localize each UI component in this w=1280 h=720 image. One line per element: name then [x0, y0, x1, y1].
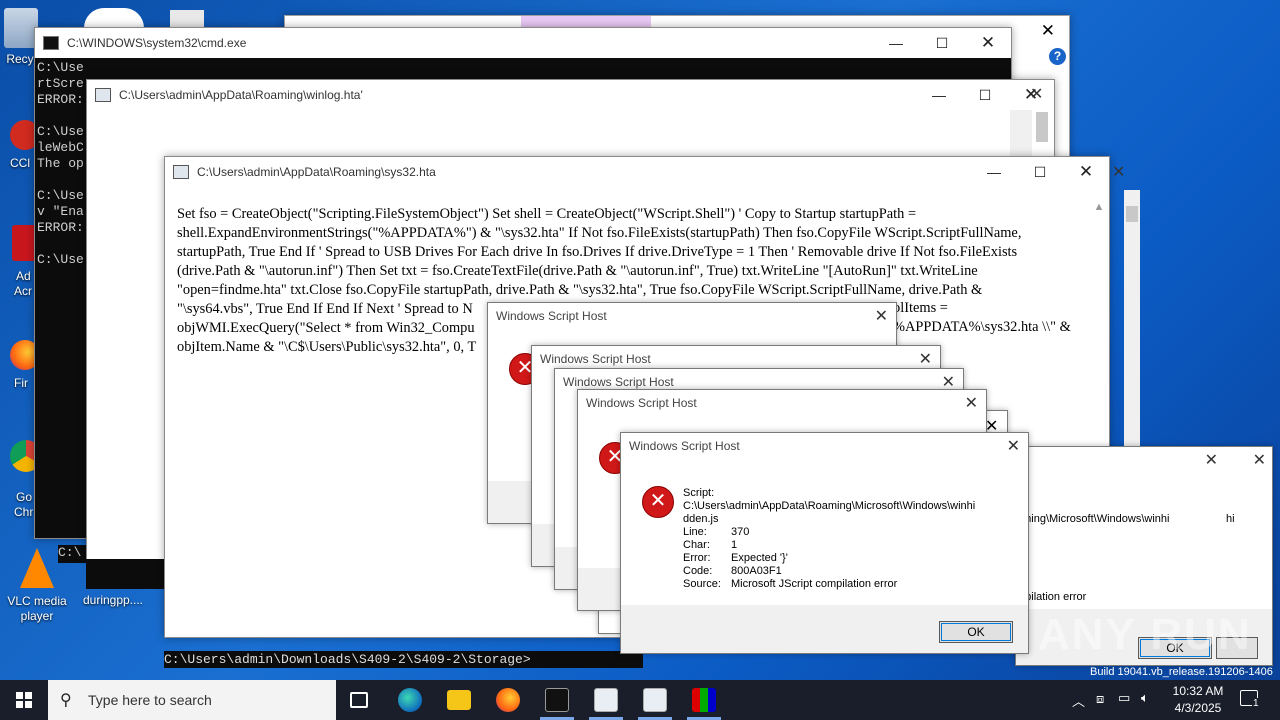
- windows-logo-icon: [16, 692, 32, 708]
- script-path: dden.js: [683, 513, 719, 525]
- code-value: 800A03F1: [731, 565, 782, 577]
- hta-taskbar-icon[interactable]: [594, 688, 618, 712]
- desktop-icon-file[interactable]: duringpp....: [78, 593, 148, 608]
- minimize-icon[interactable]: —: [916, 80, 962, 110]
- cmd-icon: [43, 36, 59, 50]
- script-fragment: olItems =: [893, 300, 948, 316]
- sys32-scroll-right: [1124, 190, 1140, 446]
- close-icon[interactable]: ✕: [1205, 450, 1218, 470]
- message-fragment: aming\Microsoft\Windows\winhi: [1016, 513, 1170, 525]
- line-label: Line:: [683, 526, 707, 538]
- sys32-title: C:\Users\admin\AppData\Roaming\sys32.hta: [197, 165, 436, 179]
- clock-date[interactable]: 4/3/2025: [1170, 701, 1226, 715]
- line-row: Line: 370: [683, 526, 1013, 539]
- script-line: startupPath, True End If ' Spread to USB…: [177, 244, 1018, 260]
- cmd-line: C:\Use: [37, 60, 84, 75]
- volume-icon[interactable]: 🔈︎: [1141, 690, 1149, 706]
- close-icon[interactable]: ✕: [1007, 436, 1020, 456]
- search-icon: ⚲: [60, 692, 72, 709]
- script-line: Set fso = CreateObject("Scripting.FileSy…: [177, 206, 917, 222]
- edge-icon[interactable]: [398, 688, 422, 712]
- message-box-title: Windows Script Host: [586, 396, 697, 410]
- monitor-icon[interactable]: ▭: [1118, 690, 1130, 706]
- message-box-title: Windows Script Host: [496, 309, 607, 323]
- help-icon[interactable]: ?: [1049, 48, 1066, 65]
- script-fragment: %APPDATA%\sys32.hta \\" &: [893, 319, 1071, 335]
- vlc-icon: [20, 548, 54, 588]
- recycle-bin-icon: [4, 8, 38, 48]
- close-icon[interactable]: ✕: [1253, 450, 1266, 470]
- close-icon[interactable]: ✕: [1063, 157, 1109, 187]
- cmd-prompt: C:\Users\admin\Downloads\S409-2\S409-2\S…: [164, 651, 643, 668]
- clock-time[interactable]: 10:32 AM: [1170, 684, 1226, 698]
- start-button[interactable]: [0, 680, 48, 720]
- network-icon[interactable]: ⧈: [1096, 691, 1104, 707]
- char-label: Char:: [683, 539, 710, 551]
- search-box[interactable]: ⚲ Type here to search: [48, 680, 336, 720]
- close-icon[interactable]: ✕: [965, 28, 1011, 58]
- sys32-titlebar[interactable]: C:\Users\admin\AppData\Roaming\sys32.hta…: [165, 157, 1109, 187]
- winlog-title: C:\Users\admin\AppData\Roaming\winlog.ht…: [119, 88, 363, 102]
- anyrun-watermark: ANY RUN: [1038, 610, 1252, 659]
- code-row: Code: 800A03F1: [683, 565, 1013, 578]
- bottom-dark-strip: [86, 559, 164, 589]
- task-view-icon[interactable]: [350, 692, 368, 708]
- cmd-bottom-strip: C:\: [58, 545, 88, 563]
- script-line: (drive.Path & "\autorun.inf") Then Set t…: [177, 263, 978, 279]
- winlog-extra-close[interactable]: ✕: [1030, 84, 1043, 104]
- source-label: Source:: [683, 578, 721, 590]
- ok-button[interactable]: OK: [939, 621, 1013, 643]
- error-row: Error: Expected '}': [683, 552, 1013, 565]
- search-placeholder: Type here to search: [88, 692, 212, 708]
- line-value: 370: [731, 526, 750, 538]
- close-icon[interactable]: ✕: [1041, 21, 1055, 41]
- scroll-thumb[interactable]: [1036, 112, 1048, 142]
- maximize-icon[interactable]: ☐: [962, 80, 1008, 110]
- char-row: Char: 1: [683, 539, 1013, 552]
- code-label: Code:: [683, 565, 713, 577]
- desktop-icon-label: duringpp....: [82, 593, 144, 607]
- build-text: Build 19041.vb_release.191206-1406: [1090, 666, 1273, 678]
- script-path: C:\Users\admin\AppData\Roaming\Microsoft…: [683, 500, 976, 512]
- cmd-title: C:\WINDOWS\system32\cmd.exe: [67, 36, 247, 50]
- taskbar: ⚲ Type here to search ︿ ⧈ ▭ 🔈︎ 10:32 AM …: [0, 680, 1280, 720]
- scroll-up-icon[interactable]: ▲: [1089, 187, 1109, 213]
- source-value: Microsoft JScript compilation error: [731, 578, 898, 590]
- source-row: Source: Microsoft JScript compilation err…: [683, 578, 1013, 591]
- firefox-taskbar-icon[interactable]: [496, 688, 520, 712]
- error-icon: ✕: [642, 486, 674, 518]
- error-value: Expected '}': [731, 552, 788, 564]
- close-icon[interactable]: ✕: [875, 306, 888, 326]
- script-host-taskbar-icon[interactable]: [692, 688, 716, 712]
- message-details: Script: C:\Users\admin\AppData\Roaming\M…: [683, 487, 1013, 591]
- message-box-title: Windows Script Host: [540, 352, 651, 366]
- message-box-title: Windows Script Host: [563, 375, 674, 389]
- hta-icon: [173, 165, 189, 179]
- maximize-icon[interactable]: ☐: [1017, 157, 1063, 187]
- desktop-icon-label: VLC media player: [7, 594, 67, 623]
- hta-taskbar-icon-2[interactable]: [643, 688, 667, 712]
- message-fragment: hi: [1226, 513, 1235, 525]
- sys32-extra-close[interactable]: ✕: [1112, 162, 1125, 182]
- close-icon[interactable]: ✕: [965, 393, 978, 413]
- message-box-title: Windows Script Host: [629, 439, 740, 453]
- error-label: Error:: [683, 552, 711, 564]
- minimize-icon[interactable]: —: [971, 157, 1017, 187]
- script-line: "open=findme.hta" txt.Close fso.CopyFile…: [177, 282, 983, 298]
- script-label: Script:: [683, 487, 715, 499]
- close-icon[interactable]: ✕: [919, 349, 932, 369]
- maximize-icon[interactable]: ☐: [919, 28, 965, 58]
- message-box-active[interactable]: Windows Script Host ✕ ✕ Script: C:\Users…: [620, 432, 1029, 654]
- script-line: shell.ExpandEnvironmentStrings("%APPDATA…: [177, 225, 1022, 241]
- chevron-up-icon[interactable]: ︿: [1072, 691, 1085, 710]
- file-explorer-icon[interactable]: [447, 690, 471, 710]
- cmd-titlebar[interactable]: C:\WINDOWS\system32\cmd.exe — ☐ ✕: [35, 28, 1011, 58]
- minimize-icon[interactable]: —: [873, 28, 919, 58]
- notification-count: 1: [1252, 698, 1260, 709]
- char-value: 1: [731, 539, 738, 551]
- hta-icon: [95, 88, 111, 102]
- cmd-taskbar-icon[interactable]: [545, 688, 569, 712]
- winlog-titlebar[interactable]: C:\Users\admin\AppData\Roaming\winlog.ht…: [87, 80, 1054, 110]
